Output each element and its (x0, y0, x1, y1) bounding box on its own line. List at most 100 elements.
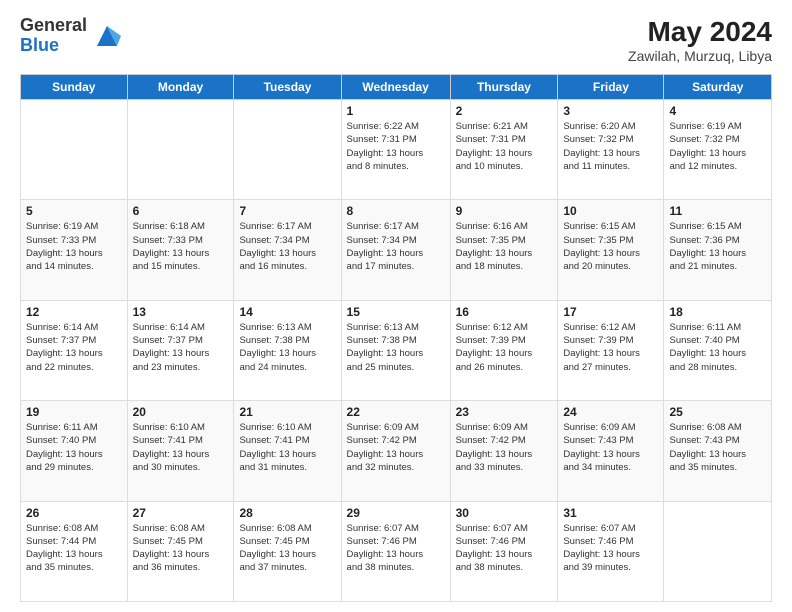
day-number: 5 (26, 204, 122, 218)
calendar-cell-3-2: 21 Sunrise: 6:10 AM Sunset: 7:41 PM Dayli… (234, 401, 341, 501)
calendar-cell-4-4: 30Sunrise: 6:07 AM Sunset: 7:46 PM Dayli… (450, 501, 558, 601)
calendar-cell-0-1 (127, 100, 234, 200)
day-info: Sunrise: 6:22 AM Sunset: 7:31 PM Dayligh… (347, 120, 445, 173)
logo-icon (93, 22, 121, 50)
day-number: 23 (456, 405, 553, 419)
calendar-cell-3-4: 23Sunrise: 6:09 AM Sunset: 7:42 PM Dayli… (450, 401, 558, 501)
calendar-cell-1-3: 8 Sunrise: 6:17 AM Sunset: 7:34 PM Daylig… (341, 200, 450, 300)
day-number: 14 (239, 305, 335, 319)
calendar-cell-3-1: 20 Sunrise: 6:10 AM Sunset: 7:41 PM Dayli… (127, 401, 234, 501)
calendar-table: Sunday Monday Tuesday Wednesday Thursday… (20, 74, 772, 602)
day-number: 3 (563, 104, 658, 118)
calendar-cell-4-1: 27 Sunrise: 6:08 AM Sunset: 7:45 PM Dayli… (127, 501, 234, 601)
day-number: 11 (669, 204, 766, 218)
day-info: Sunrise: 6:10 AM Sunset: 7:41 PM Dayligh… (239, 421, 335, 474)
day-number: 30 (456, 506, 553, 520)
calendar-cell-4-5: 31 Sunrise: 6:07 AM Sunset: 7:46 PM Dayli… (558, 501, 664, 601)
week-row-2: 5 Sunrise: 6:19 AM Sunset: 7:33 PM Daylig… (21, 200, 772, 300)
day-number: 10 (563, 204, 658, 218)
day-number: 29 (347, 506, 445, 520)
day-info: Sunrise: 6:19 AM Sunset: 7:32 PM Dayligh… (669, 120, 766, 173)
header-monday: Monday (127, 75, 234, 100)
header-thursday: Thursday (450, 75, 558, 100)
week-row-4: 19Sunrise: 6:11 AM Sunset: 7:40 PM Dayli… (21, 401, 772, 501)
day-number: 8 (347, 204, 445, 218)
day-info: Sunrise: 6:15 AM Sunset: 7:36 PM Dayligh… (669, 220, 766, 273)
calendar-cell-1-6: 11 Sunrise: 6:15 AM Sunset: 7:36 PM Dayli… (664, 200, 772, 300)
day-info: Sunrise: 6:17 AM Sunset: 7:34 PM Dayligh… (347, 220, 445, 273)
day-number: 21 (239, 405, 335, 419)
day-number: 20 (133, 405, 229, 419)
day-info: Sunrise: 6:07 AM Sunset: 7:46 PM Dayligh… (347, 522, 445, 575)
calendar-cell-4-2: 28 Sunrise: 6:08 AM Sunset: 7:45 PM Dayli… (234, 501, 341, 601)
day-info: Sunrise: 6:11 AM Sunset: 7:40 PM Dayligh… (669, 321, 766, 374)
logo: General Blue (20, 16, 121, 56)
day-number: 1 (347, 104, 445, 118)
day-info: Sunrise: 6:12 AM Sunset: 7:39 PM Dayligh… (456, 321, 553, 374)
calendar-cell-2-4: 16Sunrise: 6:12 AM Sunset: 7:39 PM Dayli… (450, 300, 558, 400)
calendar-cell-1-5: 10 Sunrise: 6:15 AM Sunset: 7:35 PM Dayli… (558, 200, 664, 300)
day-info: Sunrise: 6:09 AM Sunset: 7:43 PM Dayligh… (563, 421, 658, 474)
day-info: Sunrise: 6:15 AM Sunset: 7:35 PM Dayligh… (563, 220, 658, 273)
calendar-cell-4-6 (664, 501, 772, 601)
calendar-cell-1-2: 7Sunrise: 6:17 AM Sunset: 7:34 PM Daylig… (234, 200, 341, 300)
day-number: 24 (563, 405, 658, 419)
day-info: Sunrise: 6:08 AM Sunset: 7:44 PM Dayligh… (26, 522, 122, 575)
calendar-cell-2-3: 15Sunrise: 6:13 AM Sunset: 7:38 PM Dayli… (341, 300, 450, 400)
calendar-cell-2-5: 17 Sunrise: 6:12 AM Sunset: 7:39 PM Dayli… (558, 300, 664, 400)
header-sunday: Sunday (21, 75, 128, 100)
header-tuesday: Tuesday (234, 75, 341, 100)
day-info: Sunrise: 6:07 AM Sunset: 7:46 PM Dayligh… (563, 522, 658, 575)
title-block: May 2024 Zawilah, Murzuq, Libya (628, 16, 772, 64)
day-info: Sunrise: 6:14 AM Sunset: 7:37 PM Dayligh… (133, 321, 229, 374)
calendar-cell-3-6: 25Sunrise: 6:08 AM Sunset: 7:43 PM Dayli… (664, 401, 772, 501)
day-number: 6 (133, 204, 229, 218)
day-info: Sunrise: 6:13 AM Sunset: 7:38 PM Dayligh… (239, 321, 335, 374)
day-info: Sunrise: 6:16 AM Sunset: 7:35 PM Dayligh… (456, 220, 553, 273)
day-number: 12 (26, 305, 122, 319)
week-row-1: 1 Sunrise: 6:22 AM Sunset: 7:31 PM Daylig… (21, 100, 772, 200)
location-subtitle: Zawilah, Murzuq, Libya (628, 48, 772, 64)
day-number: 17 (563, 305, 658, 319)
calendar-cell-4-0: 26 Sunrise: 6:08 AM Sunset: 7:44 PM Dayli… (21, 501, 128, 601)
day-number: 9 (456, 204, 553, 218)
calendar-cell-1-0: 5 Sunrise: 6:19 AM Sunset: 7:33 PM Daylig… (21, 200, 128, 300)
day-number: 28 (239, 506, 335, 520)
calendar-cell-0-4: 2Sunrise: 6:21 AM Sunset: 7:31 PM Daylig… (450, 100, 558, 200)
calendar-cell-3-5: 24 Sunrise: 6:09 AM Sunset: 7:43 PM Dayli… (558, 401, 664, 501)
day-info: Sunrise: 6:09 AM Sunset: 7:42 PM Dayligh… (347, 421, 445, 474)
calendar-cell-3-0: 19Sunrise: 6:11 AM Sunset: 7:40 PM Dayli… (21, 401, 128, 501)
calendar-cell-4-3: 29 Sunrise: 6:07 AM Sunset: 7:46 PM Dayli… (341, 501, 450, 601)
day-number: 26 (26, 506, 122, 520)
header-wednesday: Wednesday (341, 75, 450, 100)
day-info: Sunrise: 6:19 AM Sunset: 7:33 PM Dayligh… (26, 220, 122, 273)
week-row-3: 12 Sunrise: 6:14 AM Sunset: 7:37 PM Dayli… (21, 300, 772, 400)
header-saturday: Saturday (664, 75, 772, 100)
day-info: Sunrise: 6:08 AM Sunset: 7:45 PM Dayligh… (133, 522, 229, 575)
day-info: Sunrise: 6:12 AM Sunset: 7:39 PM Dayligh… (563, 321, 658, 374)
day-info: Sunrise: 6:14 AM Sunset: 7:37 PM Dayligh… (26, 321, 122, 374)
day-info: Sunrise: 6:10 AM Sunset: 7:41 PM Dayligh… (133, 421, 229, 474)
day-number: 27 (133, 506, 229, 520)
day-number: 18 (669, 305, 766, 319)
calendar-page: General Blue May 2024 Zawilah, Murzuq, L… (0, 0, 792, 612)
calendar-cell-0-6: 4 Sunrise: 6:19 AM Sunset: 7:32 PM Daylig… (664, 100, 772, 200)
day-number: 4 (669, 104, 766, 118)
calendar-cell-0-5: 3 Sunrise: 6:20 AM Sunset: 7:32 PM Daylig… (558, 100, 664, 200)
calendar-cell-2-6: 18 Sunrise: 6:11 AM Sunset: 7:40 PM Dayli… (664, 300, 772, 400)
calendar-cell-1-1: 6Sunrise: 6:18 AM Sunset: 7:33 PM Daylig… (127, 200, 234, 300)
day-number: 13 (133, 305, 229, 319)
weekday-header-row: Sunday Monday Tuesday Wednesday Thursday… (21, 75, 772, 100)
day-number: 2 (456, 104, 553, 118)
calendar-cell-2-2: 14 Sunrise: 6:13 AM Sunset: 7:38 PM Dayli… (234, 300, 341, 400)
logo-blue: Blue (20, 36, 87, 56)
day-info: Sunrise: 6:13 AM Sunset: 7:38 PM Dayligh… (347, 321, 445, 374)
day-number: 7 (239, 204, 335, 218)
calendar-cell-2-1: 13 Sunrise: 6:14 AM Sunset: 7:37 PM Dayli… (127, 300, 234, 400)
calendar-cell-0-0 (21, 100, 128, 200)
day-number: 31 (563, 506, 658, 520)
day-info: Sunrise: 6:11 AM Sunset: 7:40 PM Dayligh… (26, 421, 122, 474)
day-info: Sunrise: 6:08 AM Sunset: 7:45 PM Dayligh… (239, 522, 335, 575)
day-info: Sunrise: 6:20 AM Sunset: 7:32 PM Dayligh… (563, 120, 658, 173)
calendar-cell-0-3: 1 Sunrise: 6:22 AM Sunset: 7:31 PM Daylig… (341, 100, 450, 200)
